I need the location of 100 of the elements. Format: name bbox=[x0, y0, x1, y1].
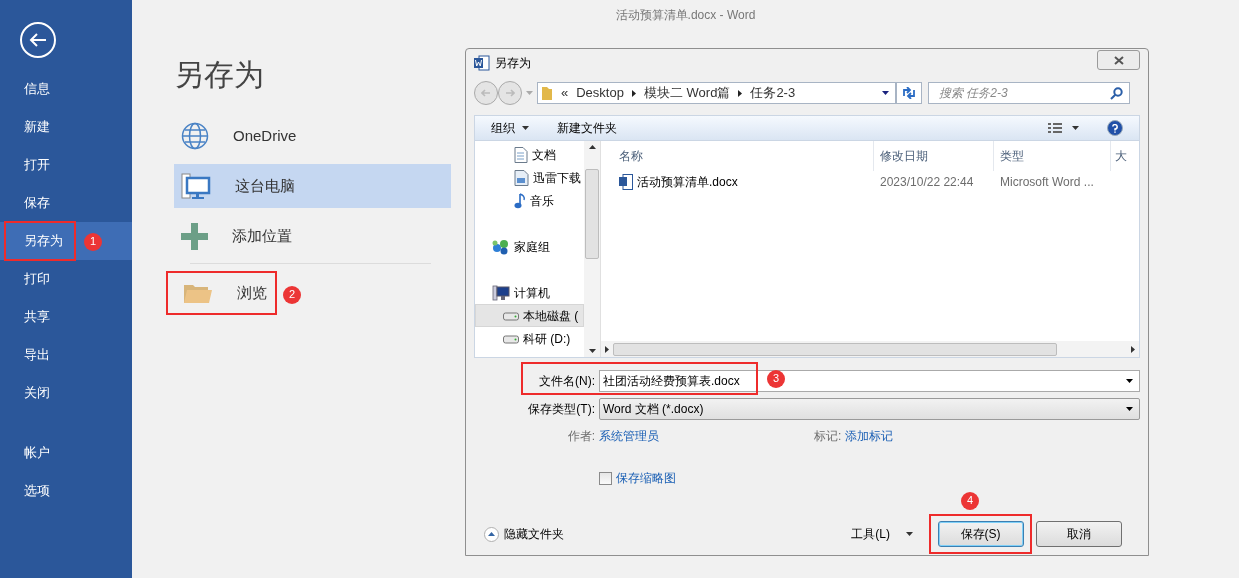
dropdown-arrow-icon bbox=[1126, 379, 1133, 383]
backstage-menu-item[interactable]: 打开 bbox=[0, 146, 132, 184]
computer-icon bbox=[181, 172, 211, 200]
checkbox-label[interactable]: 保存缩略图 bbox=[616, 469, 676, 487]
computer-icon bbox=[492, 284, 510, 301]
tools-menu-button[interactable]: 工具(L) bbox=[851, 525, 913, 543]
step-number-badge: 1 bbox=[84, 232, 102, 251]
chevron-icon bbox=[738, 89, 743, 97]
backstage-menu-item[interactable]: 共享 bbox=[0, 298, 132, 336]
menu-label: 关闭 bbox=[23, 384, 50, 403]
horizontal-scrollbar[interactable] bbox=[601, 341, 1139, 357]
backstage-menu-item[interactable]: 导出 bbox=[0, 336, 132, 374]
folder-icon bbox=[541, 85, 553, 101]
menu-label: 信息 bbox=[23, 80, 50, 99]
backstage-menu-item[interactable]: 保存 bbox=[0, 184, 132, 222]
backstage-menu-item[interactable]: 另存为 1 bbox=[0, 222, 132, 260]
step-number-badge: 3 bbox=[767, 369, 785, 388]
hide-folders-button[interactable]: 隐藏文件夹 bbox=[474, 525, 564, 543]
file-type: Microsoft Word ... bbox=[999, 174, 1095, 191]
save-location-item[interactable]: 这台电脑 bbox=[174, 164, 451, 208]
backstage-menu-item[interactable]: 新建 bbox=[0, 108, 132, 146]
menu-label: 帐户 bbox=[23, 444, 50, 463]
navigation-item[interactable]: 本地磁盘 ( bbox=[475, 304, 584, 327]
right-arrow-icon bbox=[505, 89, 515, 97]
checkbox[interactable] bbox=[599, 471, 612, 485]
caret-icon bbox=[526, 91, 533, 95]
dialog-title: 另存为 bbox=[495, 55, 531, 72]
chevron-icon bbox=[631, 89, 636, 97]
vertical-scrollbar[interactable] bbox=[584, 141, 600, 357]
menu-label: 打开 bbox=[23, 156, 50, 175]
column-header[interactable]: 名称 bbox=[601, 141, 874, 171]
file-type-dropdown[interactable]: Word 文档 (*.docx) bbox=[599, 398, 1140, 420]
menu-label: 保存 bbox=[23, 194, 50, 213]
dialog-button[interactable]: 保存(S) bbox=[937, 521, 1024, 547]
word-document-icon bbox=[474, 55, 490, 71]
menu-label: 选项 bbox=[23, 482, 50, 501]
breadcrumb-item[interactable]: 任务2-3 bbox=[750, 83, 796, 103]
step-number-badge: 2 bbox=[283, 285, 301, 304]
field-label: 标记: bbox=[814, 428, 843, 445]
dialog-button[interactable]: 取消 bbox=[1036, 521, 1122, 547]
caret-icon bbox=[906, 532, 913, 536]
navigation-item[interactable]: 家庭组 bbox=[475, 235, 584, 258]
caret-icon bbox=[1131, 345, 1135, 353]
backstage-menu-item[interactable]: 信息 bbox=[0, 70, 132, 108]
document-icon bbox=[514, 169, 529, 186]
drive-icon bbox=[503, 310, 519, 321]
dropdown-arrow-icon bbox=[1126, 407, 1133, 411]
author-link[interactable]: 系统管理员 bbox=[599, 427, 814, 445]
view-menu-button[interactable] bbox=[1048, 123, 1079, 133]
menu-label: 新建 bbox=[23, 118, 50, 137]
drive-icon bbox=[503, 333, 519, 344]
menu-label: 导出 bbox=[23, 346, 50, 365]
question-mark-icon bbox=[1112, 123, 1118, 133]
word-document-icon bbox=[619, 174, 633, 190]
menu-label: 另存为 bbox=[24, 232, 63, 251]
navigation-item[interactable]: 计算机 bbox=[475, 281, 584, 304]
column-header[interactable]: 修改日期 bbox=[874, 141, 994, 171]
backstage-menu-item[interactable]: 帐户 bbox=[0, 434, 132, 472]
step-number-badge: 4 bbox=[961, 491, 979, 510]
close-icon bbox=[1113, 55, 1124, 65]
caret-icon bbox=[605, 345, 609, 353]
network-icon bbox=[492, 238, 510, 255]
close-button[interactable] bbox=[1097, 50, 1140, 70]
save-location-item[interactable]: 添加位置 bbox=[174, 214, 451, 258]
navigation-item[interactable]: 科研 (D:) bbox=[475, 327, 584, 350]
file-date: 2023/10/22 22:44 bbox=[879, 174, 975, 191]
folder-icon bbox=[183, 282, 213, 304]
backstage-menu-item[interactable]: 打印 bbox=[0, 260, 132, 298]
left-arrow-icon bbox=[481, 89, 491, 97]
column-header[interactable]: 类型 bbox=[994, 141, 1111, 171]
up-caret-icon bbox=[488, 532, 495, 536]
field-label: 作者: bbox=[566, 428, 596, 445]
help-button[interactable] bbox=[1107, 120, 1123, 136]
backstage-menu-item[interactable]: 关闭 bbox=[0, 374, 132, 412]
menu-label: 打印 bbox=[23, 270, 50, 289]
search-icon bbox=[1110, 86, 1123, 100]
page-heading: 另存为 bbox=[174, 60, 265, 90]
dropdown-arrow-icon bbox=[882, 91, 889, 95]
save-location-item[interactable]: 浏览 bbox=[166, 271, 277, 315]
address-bar[interactable]: « Desktop 模块二 Word篇 任务2-3 bbox=[537, 82, 896, 104]
refresh-icon bbox=[902, 87, 916, 99]
search-input[interactable]: 搜索 任务2-3 bbox=[939, 84, 1110, 102]
globe-icon bbox=[181, 122, 209, 150]
breadcrumb-overflow[interactable]: « bbox=[561, 83, 569, 103]
navigation-item[interactable]: 迅雷下载 bbox=[475, 166, 584, 189]
caret-icon bbox=[1072, 126, 1079, 130]
plus-icon bbox=[181, 222, 208, 250]
breadcrumb-item[interactable]: Desktop bbox=[576, 83, 624, 103]
file-name[interactable]: 活动预算清单.docx bbox=[637, 173, 738, 191]
navigation-item[interactable]: 文档 bbox=[475, 143, 584, 166]
save-location-item[interactable]: OneDrive bbox=[174, 114, 451, 158]
refresh-button[interactable] bbox=[896, 82, 922, 104]
add-tag-link[interactable]: 添加标记 bbox=[845, 427, 894, 445]
column-header[interactable]: 大 bbox=[1111, 141, 1139, 171]
navigation-item[interactable]: 音乐 bbox=[475, 189, 584, 212]
breadcrumb-item[interactable]: 模块二 Word篇 bbox=[643, 83, 731, 103]
new-folder-button[interactable]: 新建文件夹 bbox=[557, 119, 617, 137]
search-field[interactable]: 搜索 任务2-3 bbox=[928, 82, 1130, 104]
organize-menu-button[interactable]: 组织 bbox=[491, 119, 529, 137]
backstage-menu-item[interactable]: 选项 bbox=[0, 472, 132, 510]
